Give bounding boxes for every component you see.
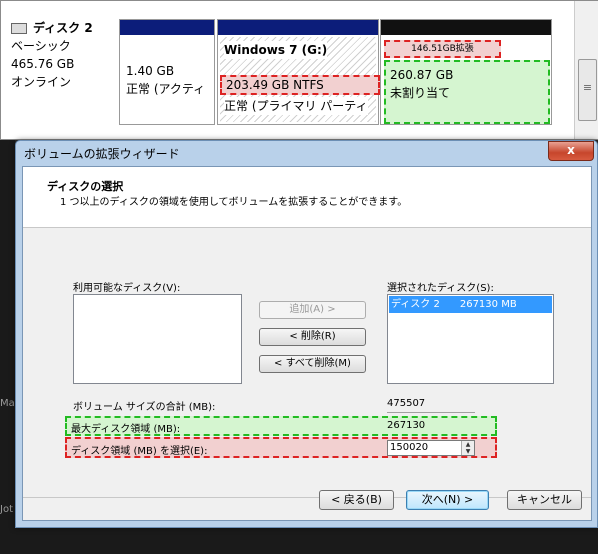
- partition-size: 203.49 GB NTFS: [226, 78, 324, 92]
- window-title: ボリュームの拡張ウィザード: [24, 147, 180, 161]
- close-icon: x: [567, 143, 575, 157]
- desktop-text: Jot: [0, 504, 13, 515]
- partition-body: Windows 7 (G:) 203.49 GB NTFS 正常 (プライマリ …: [220, 37, 380, 122]
- max-space-highlight: 最大ディスク領域 (MB): 267130: [65, 416, 497, 436]
- select-space-label: ディスク領域 (MB) を選択(E):: [71, 446, 208, 457]
- unallocated-highlight: 260.87 GB 未割り当て: [384, 60, 550, 124]
- desktop-background-bottom: [15, 528, 598, 554]
- wizard-content: ディスクの選択 1 つ以上のディスクの領域を使用してボリュームを拡張することがで…: [22, 166, 592, 521]
- remove-button[interactable]: < 削除(R): [259, 328, 366, 346]
- disk-icon: [11, 23, 27, 34]
- remove-all-button[interactable]: < すべて削除(M): [259, 355, 366, 373]
- space-stepper[interactable]: 150020 ▲ ▼: [387, 440, 475, 456]
- item-mb: 267130 MB: [459, 299, 517, 310]
- close-button[interactable]: x: [548, 141, 594, 161]
- partition-bar: [218, 20, 378, 35]
- item-disk: ディスク 2: [391, 299, 440, 310]
- partition-size: 260.87 GB: [390, 68, 454, 82]
- partition-1[interactable]: 1.40 GB 正常 (アクティ: [119, 19, 215, 125]
- wizard-header: ディスクの選択 1 つ以上のディスクの領域を使用してボリュームを拡張することがで…: [23, 167, 591, 228]
- available-disks-label: 利用可能なディスク(V):: [73, 283, 181, 294]
- cancel-button[interactable]: キャンセル: [507, 490, 582, 510]
- scrollbar-thumb[interactable]: ≡: [578, 59, 597, 121]
- partition-unallocated[interactable]: 146.51GB拡張 260.87 GB 未割り当て: [380, 19, 552, 125]
- selected-disks-list[interactable]: ディスク 2 267130 MB: [387, 294, 554, 384]
- disk-size: 465.76 GB: [11, 57, 75, 71]
- max-space-label: 最大ディスク領域 (MB):: [71, 424, 181, 435]
- disk-management-panel: ディスク 2 ベーシック 465.76 GB オンライン 1.40 GB 正常 …: [0, 0, 598, 140]
- total-size-value: 475507: [387, 398, 475, 413]
- list-item[interactable]: ディスク 2 267130 MB: [389, 296, 552, 313]
- page-title: ディスクの選択: [47, 180, 124, 193]
- selected-disks-label: 選択されたディスク(S):: [387, 283, 494, 294]
- ntfs-highlight: 203.49 GB NTFS: [220, 75, 380, 95]
- divider: [23, 497, 591, 498]
- disk-status: オンライン: [11, 75, 72, 89]
- extend-volume-wizard: ボリュームの拡張ウィザード x ディスクの選択 1 つ以上のディスクの領域を使用…: [15, 140, 598, 528]
- available-disks-list[interactable]: [73, 294, 242, 384]
- partition-windows7[interactable]: Windows 7 (G:) 203.49 GB NTFS 正常 (プライマリ …: [217, 19, 380, 125]
- partition-size: 1.40 GB: [126, 64, 175, 78]
- page-description: 1 つ以上のディスクの領域を使用してボリュームを拡張することができます。: [60, 197, 408, 208]
- vertical-scrollbar[interactable]: ≡: [574, 1, 598, 139]
- partition-status: 未割り当て: [390, 86, 451, 100]
- extend-highlight: 146.51GB拡張: [384, 40, 501, 58]
- spin-down-icon[interactable]: ▼: [461, 448, 474, 455]
- space-stepper-value: 150020: [390, 442, 429, 453]
- select-space-highlight: ディスク領域 (MB) を選択(E): 150020 ▲ ▼: [65, 437, 497, 458]
- partition-status: 正常 (プライマリ パーティ: [224, 97, 368, 115]
- disk-info[interactable]: ディスク 2 ベーシック 465.76 GB オンライン: [11, 19, 116, 91]
- disk-name: ディスク 2: [33, 21, 93, 35]
- partition-status: 正常 (アクティ: [126, 82, 206, 96]
- spin-up-icon[interactable]: ▲: [461, 441, 474, 448]
- back-button[interactable]: < 戻る(B): [319, 490, 394, 510]
- max-space-value: 267130: [387, 420, 426, 431]
- partition-bar: [381, 20, 551, 35]
- next-button[interactable]: 次へ(N) >: [406, 490, 489, 510]
- desktop-background: Mac Jot: [0, 140, 20, 554]
- add-button[interactable]: 追加(A) >: [259, 301, 366, 319]
- disk-type: ベーシック: [11, 39, 71, 53]
- partition-name: Windows 7 (G:): [224, 41, 328, 59]
- partition-bar: [120, 20, 214, 35]
- total-size-label: ボリューム サイズの合計 (MB):: [73, 402, 216, 413]
